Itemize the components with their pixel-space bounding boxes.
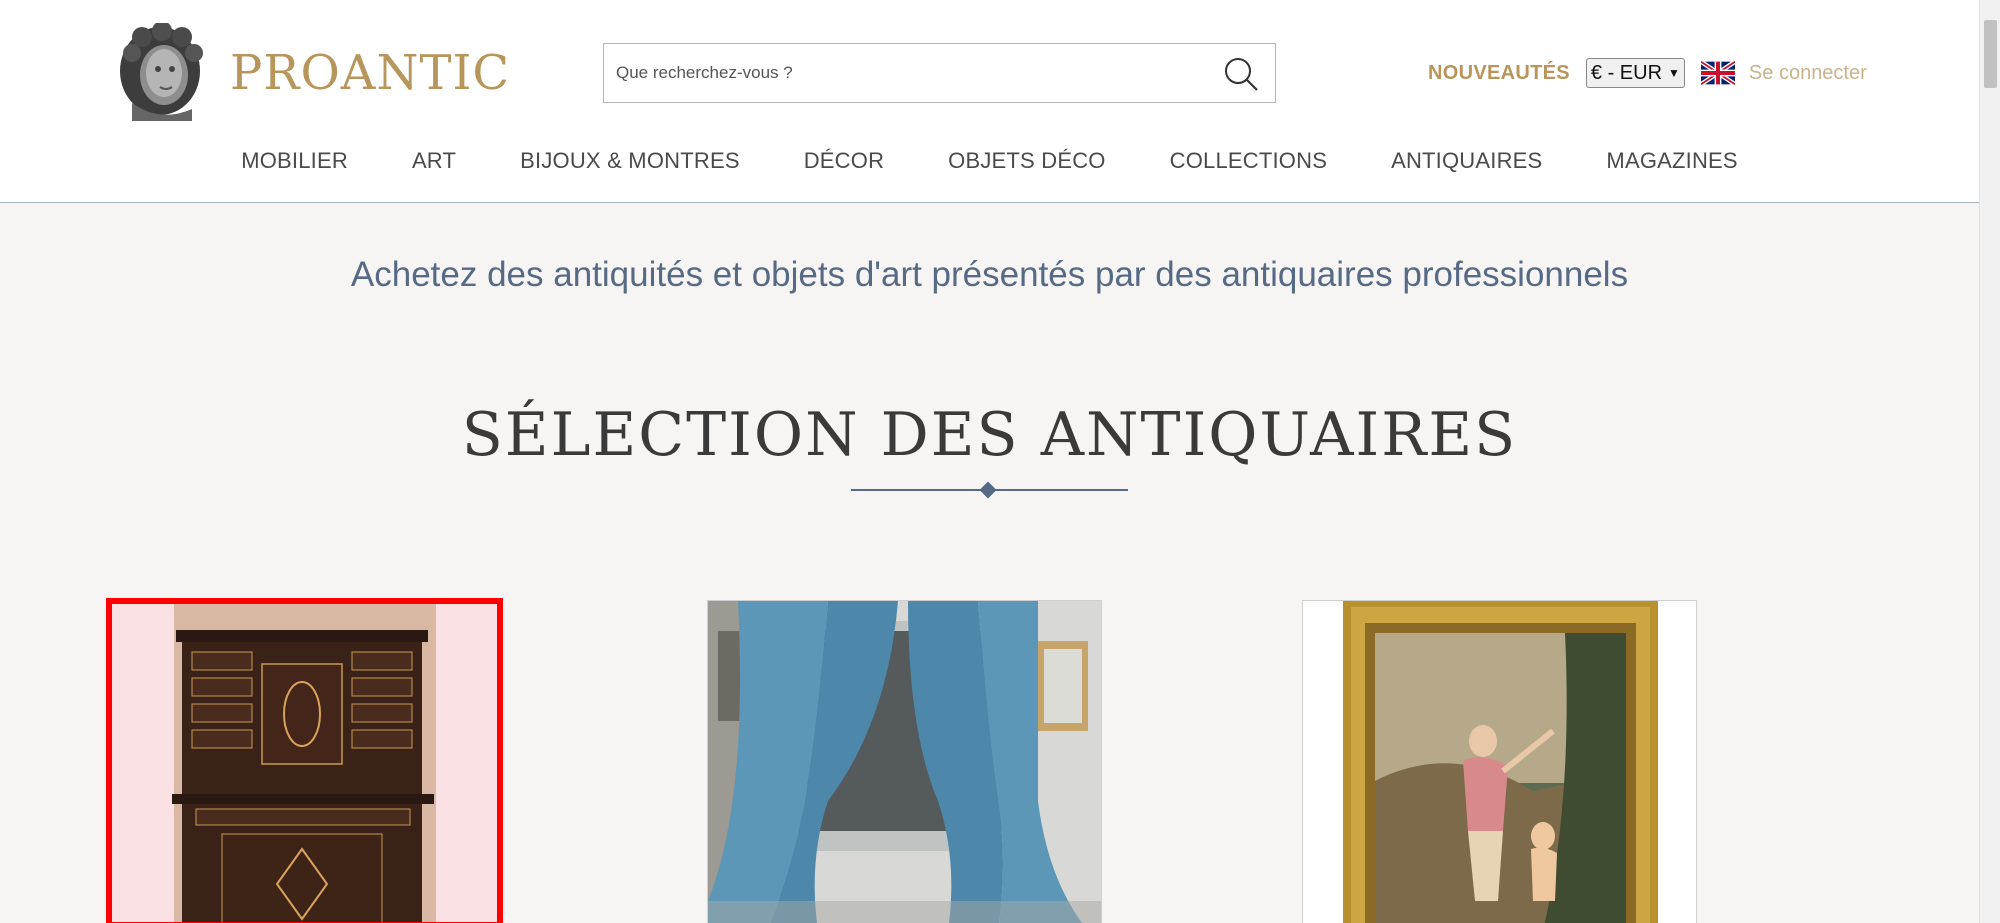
product-grid (0, 598, 1979, 923)
nav-item-bijoux-montres[interactable]: BIJOUX & MONTRES (520, 148, 740, 174)
curtains-image (708, 601, 1101, 923)
site-header: PROANTIC NOUVEAUTÉS € - EUR ▼ Se connect (0, 0, 1979, 203)
currency-value: € - EUR (1590, 61, 1663, 84)
chevron-down-icon: ▼ (1668, 66, 1680, 80)
page-scrollbar[interactable] (1979, 0, 2000, 923)
product-card-painting[interactable] (1302, 600, 1697, 923)
main-nav: MOBILIER ART BIJOUX & MONTRES DÉCOR OBJE… (0, 148, 1979, 174)
login-link[interactable]: Se connecter (1749, 62, 1867, 85)
cabinet-image (112, 604, 497, 922)
logo[interactable]: PROANTIC (112, 20, 510, 125)
brand-name: PROANTIC (230, 44, 511, 101)
painting-image (1303, 601, 1696, 923)
bust-icon (112, 20, 208, 123)
uk-flag-icon[interactable] (1699, 59, 1737, 87)
currency-select[interactable]: € - EUR ▼ (1585, 58, 1685, 88)
nav-item-objets-deco[interactable]: OBJETS DÉCO (948, 148, 1105, 174)
product-card-curtains[interactable] (707, 600, 1102, 923)
nouveautes-link[interactable]: NOUVEAUTÉS (1428, 62, 1570, 85)
search-input[interactable] (616, 58, 1196, 88)
search-icon[interactable] (1221, 54, 1261, 94)
nav-item-antiquaires[interactable]: ANTIQUAIRES (1391, 148, 1542, 174)
nav-item-collections[interactable]: COLLECTIONS (1170, 148, 1327, 174)
search-box (603, 43, 1276, 103)
nav-item-magazines[interactable]: MAGAZINES (1606, 148, 1737, 174)
product-card-cabinet[interactable] (106, 598, 503, 923)
section-title: SÉLECTION DES ANTIQUAIRES (461, 400, 1518, 470)
scrollbar-thumb[interactable] (1984, 20, 1997, 88)
title-divider-ornament (979, 481, 997, 499)
nav-item-decor[interactable]: DÉCOR (804, 148, 884, 174)
nav-item-mobilier[interactable]: MOBILIER (241, 148, 348, 174)
tagline: Achetez des antiquités et objets d'art p… (350, 255, 1629, 294)
top-links: NOUVEAUTÉS € - EUR ▼ Se connecter (1428, 56, 1867, 90)
nav-item-art[interactable]: ART (412, 148, 456, 174)
